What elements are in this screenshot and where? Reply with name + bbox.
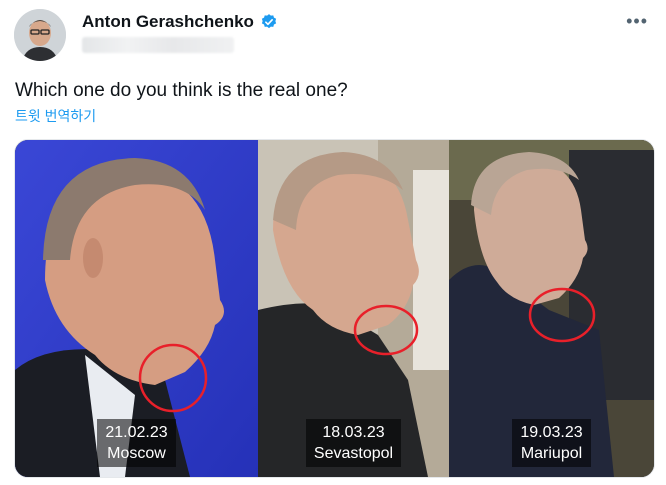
author-handle-blurred[interactable] [82, 37, 234, 53]
photo-caption: 21.02.23 Moscow [15, 419, 258, 467]
photo-date: 19.03.23 [520, 424, 583, 441]
translate-tweet-link[interactable]: 트윗 번역하기 [15, 106, 96, 126]
author-avatar[interactable] [14, 9, 66, 61]
photo-date: 21.02.23 [105, 424, 168, 441]
photo-date: 18.03.23 [322, 424, 385, 441]
photo-caption: 19.03.23 Mariupol [449, 419, 654, 467]
photo-panel-moscow: 21.02.23 Moscow [15, 140, 258, 477]
tweet-media-image[interactable]: 21.02.23 Moscow 18.03.23 Sevastopol 19.0… [14, 139, 655, 478]
author-name[interactable]: Anton Gerashchenko [82, 12, 254, 32]
author-name-row[interactable]: Anton Gerashchenko [82, 12, 278, 32]
more-options-icon[interactable]: ••• [626, 12, 648, 30]
verified-badge-icon [261, 14, 277, 29]
photo-location: Moscow [107, 445, 166, 462]
photo-location: Mariupol [520, 445, 583, 462]
photo-panel-sevastopol: 18.03.23 Sevastopol [258, 140, 449, 477]
photo-panel-mariupol: 19.03.23 Mariupol [449, 140, 654, 477]
photo-caption: 18.03.23 Sevastopol [258, 419, 449, 467]
tweet-text: Which one do you think is the real one? [15, 80, 348, 101]
photo-location: Sevastopol [313, 445, 394, 462]
